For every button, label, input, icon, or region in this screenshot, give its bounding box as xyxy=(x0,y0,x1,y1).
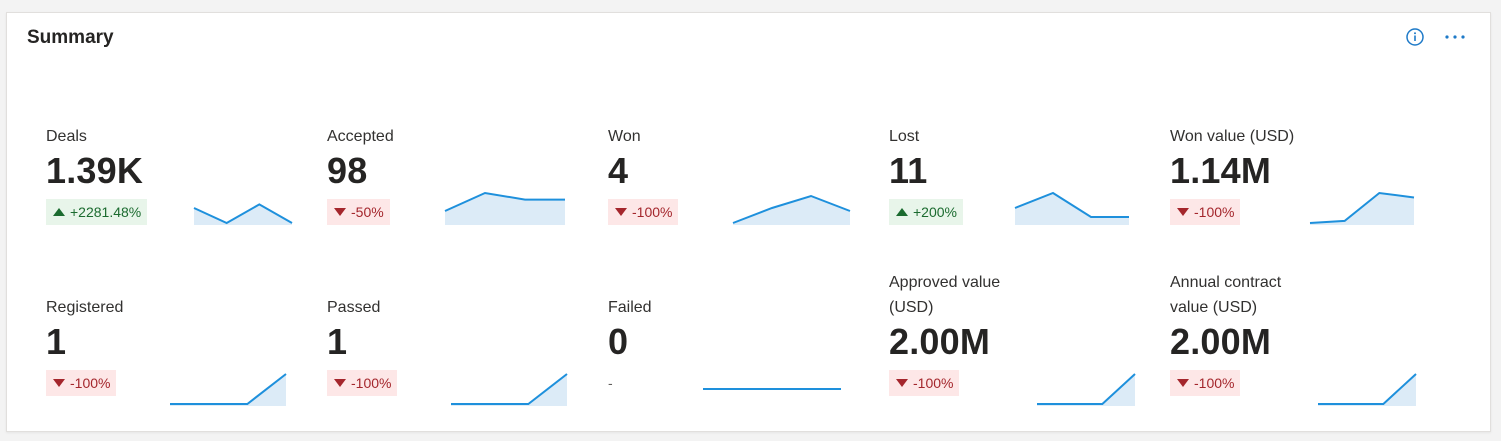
kpi-change-badge: - xyxy=(608,370,619,396)
kpi-tile[interactable]: Registered 1 -100% xyxy=(46,266,316,416)
kpi-change-text: -50% xyxy=(351,204,384,220)
kpi-change-badge: -100% xyxy=(327,370,398,396)
arrow-down-icon xyxy=(334,208,346,216)
kpi-value: 11 xyxy=(889,150,928,191)
card-title: Summary xyxy=(27,27,114,48)
kpi-change-badge: -50% xyxy=(327,199,390,225)
kpi-change-badge: -100% xyxy=(1170,199,1241,225)
kpi-value: 2.00M xyxy=(889,321,991,362)
kpi-tile[interactable]: Deals 1.39K +2281.48% xyxy=(46,95,316,245)
sparkline-area xyxy=(445,193,565,225)
kpi-change-text: +2281.48% xyxy=(70,204,142,220)
kpi-label: Lost xyxy=(889,128,920,145)
arrow-down-icon xyxy=(53,379,65,387)
sparkline xyxy=(193,203,293,225)
kpi-value: 2.00M xyxy=(1170,321,1272,362)
sparkline-area xyxy=(170,374,286,406)
sparkline-area xyxy=(1310,193,1414,225)
arrow-down-icon xyxy=(334,379,346,387)
kpi-change-badge: +2281.48% xyxy=(46,199,148,225)
kpi-tile[interactable]: Accepted 98 -50% xyxy=(327,95,597,245)
sparkline xyxy=(1014,191,1129,225)
kpi-change-badge: -100% xyxy=(889,370,960,396)
sparkline-area xyxy=(1015,193,1129,225)
kpi-tile[interactable]: Failed 0 - xyxy=(608,266,878,416)
kpi-value: 4 xyxy=(608,150,629,191)
summary-card: Summary Deals 1.39K +2281.48% Accepted 98 -50… xyxy=(6,12,1491,432)
kpi-tile[interactable]: Passed 1 -100% xyxy=(327,266,597,416)
sparkline xyxy=(1037,373,1136,406)
kpi-change-badge: +200% xyxy=(889,199,963,225)
kpi-change-text: +200% xyxy=(913,204,957,220)
kpi-change-badge: -100% xyxy=(46,370,117,396)
kpi-label: Approved value (USD) xyxy=(889,274,1001,316)
kpi-change-badge: -100% xyxy=(608,199,679,225)
kpi-change-text: -100% xyxy=(1194,204,1235,220)
arrow-down-icon xyxy=(1177,379,1189,387)
kpi-tile[interactable]: Annual contract value (USD) 2.00M -100% xyxy=(1170,266,1440,416)
kpi-label: Registered xyxy=(46,299,124,316)
kpi-change-text: - xyxy=(608,375,613,391)
sparkline xyxy=(170,373,287,406)
sparkline xyxy=(451,373,568,406)
kpi-value: 1.39K xyxy=(46,150,144,191)
sparkline-area xyxy=(703,389,841,406)
info-icon[interactable] xyxy=(1406,28,1424,46)
sparkline xyxy=(703,388,841,406)
more-options-icon[interactable] xyxy=(1443,28,1467,46)
kpi-tile[interactable]: Won value (USD) 1.14M -100% xyxy=(1170,95,1440,245)
kpi-label: Deals xyxy=(46,128,87,145)
arrow-down-icon xyxy=(1177,208,1189,216)
sparkline-area xyxy=(733,196,850,225)
sparkline xyxy=(1309,191,1415,225)
kpi-label: Annual contract value (USD) xyxy=(1170,274,1282,316)
kpi-change-text: -100% xyxy=(913,375,954,391)
kpi-value: 1 xyxy=(46,321,67,362)
kpi-label: Won xyxy=(608,128,641,145)
arrow-up-icon xyxy=(53,208,65,216)
kpi-value: 98 xyxy=(327,150,368,191)
kpi-value: 1.14M xyxy=(1170,150,1272,191)
kpi-label: Passed xyxy=(327,299,381,316)
arrow-up-icon xyxy=(896,208,908,216)
sparkline-area xyxy=(1037,374,1135,406)
sparkline xyxy=(1318,373,1417,406)
arrow-down-icon xyxy=(896,379,908,387)
sparkline xyxy=(444,191,565,225)
sparkline-area xyxy=(1318,374,1416,406)
kpi-change-text: -100% xyxy=(351,375,392,391)
kpi-value: 0 xyxy=(608,321,629,362)
kpi-label: Accepted xyxy=(327,128,394,145)
arrow-down-icon xyxy=(615,208,627,216)
kpi-value: 1 xyxy=(327,321,348,362)
kpi-tile[interactable]: Approved value (USD) 2.00M -100% xyxy=(889,266,1159,416)
kpi-change-text: -100% xyxy=(70,375,111,391)
sparkline-area xyxy=(451,374,567,406)
sparkline xyxy=(732,194,851,225)
kpi-change-badge: -100% xyxy=(1170,370,1241,396)
kpi-change-text: -100% xyxy=(1194,375,1235,391)
kpi-label: Won value (USD) xyxy=(1170,128,1295,145)
kpi-tile[interactable]: Lost 11 +200% xyxy=(889,95,1159,245)
kpi-tile[interactable]: Won 4 -100% xyxy=(608,95,878,245)
kpi-change-text: -100% xyxy=(632,204,673,220)
kpi-label: Failed xyxy=(608,299,652,316)
